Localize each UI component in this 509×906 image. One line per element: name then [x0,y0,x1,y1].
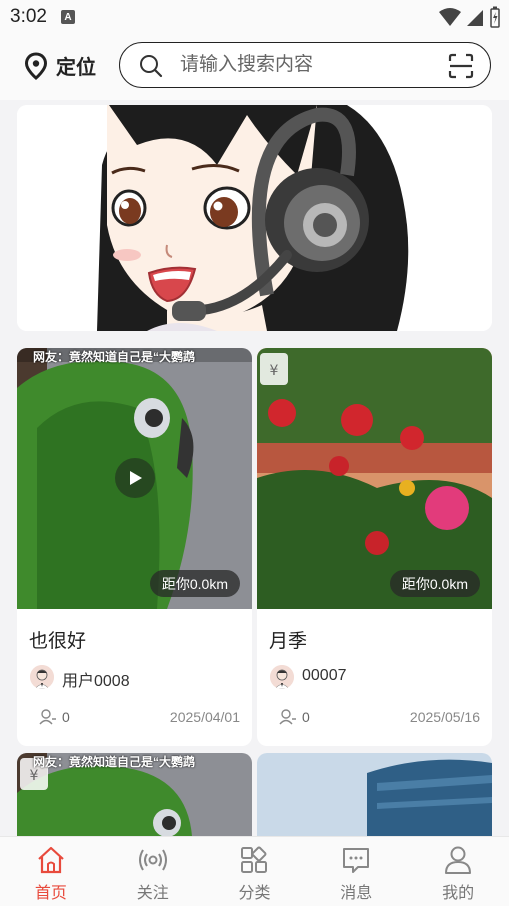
location-button[interactable]: 定位 [24,51,96,80]
nav-label: 首页 [34,885,67,902]
nav-label: 关注 [136,885,169,902]
banner-image[interactable] [17,105,492,331]
follower-icon [279,709,296,725]
post-card[interactable]: 网友：竟然知道自己是“大鹦鹉 距你0.0km 也很好 用户0008 0 2025… [17,348,252,746]
category-icon [241,846,268,873]
nav-label: 我的 [442,885,475,902]
svg-text:¥: ¥ [270,363,279,379]
nav-category[interactable]: 分类 [204,837,306,906]
play-icon [130,471,142,485]
distance-badge: 距你0.0km [389,570,480,597]
image-caption: 网友：竟然知道自己是“大鹦鹉 [33,755,196,769]
user-icon [445,846,472,874]
scan-icon[interactable] [448,53,474,79]
post-author: 用户0008 [62,673,130,690]
battery-icon [490,6,500,28]
notification-icon: A [60,10,75,24]
home-icon [38,846,64,874]
location-label: 定位 [56,57,96,79]
post-card[interactable] [257,753,492,836]
follower-icon [39,709,56,725]
customer-service-illustration [17,105,492,331]
location-pin-icon [24,51,48,80]
nav-profile[interactable]: 我的 [407,837,509,906]
status-time: 3:02 [10,6,47,27]
search-bar[interactable] [119,42,491,88]
bottom-nav: 首页 关注 分类 消息 我的 [0,836,509,906]
image-caption: 网友：竟然知道自己是“大鹦鹉 [33,350,196,364]
avatar[interactable] [270,665,294,689]
distance-badge: 距你0.0km [149,570,240,597]
post-date: 2025/04/01 [169,709,240,725]
post-image: ¥ 距你0.0km [257,348,492,609]
post-card[interactable]: ¥ 距你0.0km 月季 00007 0 2025/05/16 [257,348,492,746]
broadcast-icon [138,849,167,871]
avatar-icon [270,665,294,689]
post-title: 月季 [269,631,308,652]
post-card[interactable]: ¥ 网友：竟然知道自己是“大鹦鹉 [17,753,252,836]
search-input[interactable] [180,49,440,81]
nav-follow[interactable]: 关注 [102,837,204,906]
post-image: 网友：竟然知道自己是“大鹦鹉 距你0.0km [17,348,252,609]
svg-text:¥: ¥ [30,768,39,784]
follower-count: 0 [302,709,310,725]
nav-home[interactable]: 首页 [0,837,102,906]
status-icons [439,6,501,28]
header: 定位 [0,34,509,100]
play-button[interactable] [115,458,155,498]
search-icon [140,55,163,78]
post-title: 也很好 [29,631,87,652]
post-date: 2025/05/16 [409,709,480,725]
message-icon [343,848,370,873]
status-bar: 3:02 A [0,0,509,34]
building-photo [257,753,492,836]
wifi-icon [439,8,461,26]
signal-icon [467,10,483,26]
nav-label: 消息 [340,885,373,902]
follower-count: 0 [62,709,70,725]
nav-messages[interactable]: 消息 [305,837,407,906]
avatar-icon [30,665,54,689]
nav-label: 分类 [238,885,271,902]
avatar[interactable] [30,665,54,689]
post-author: 00007 [302,667,347,684]
